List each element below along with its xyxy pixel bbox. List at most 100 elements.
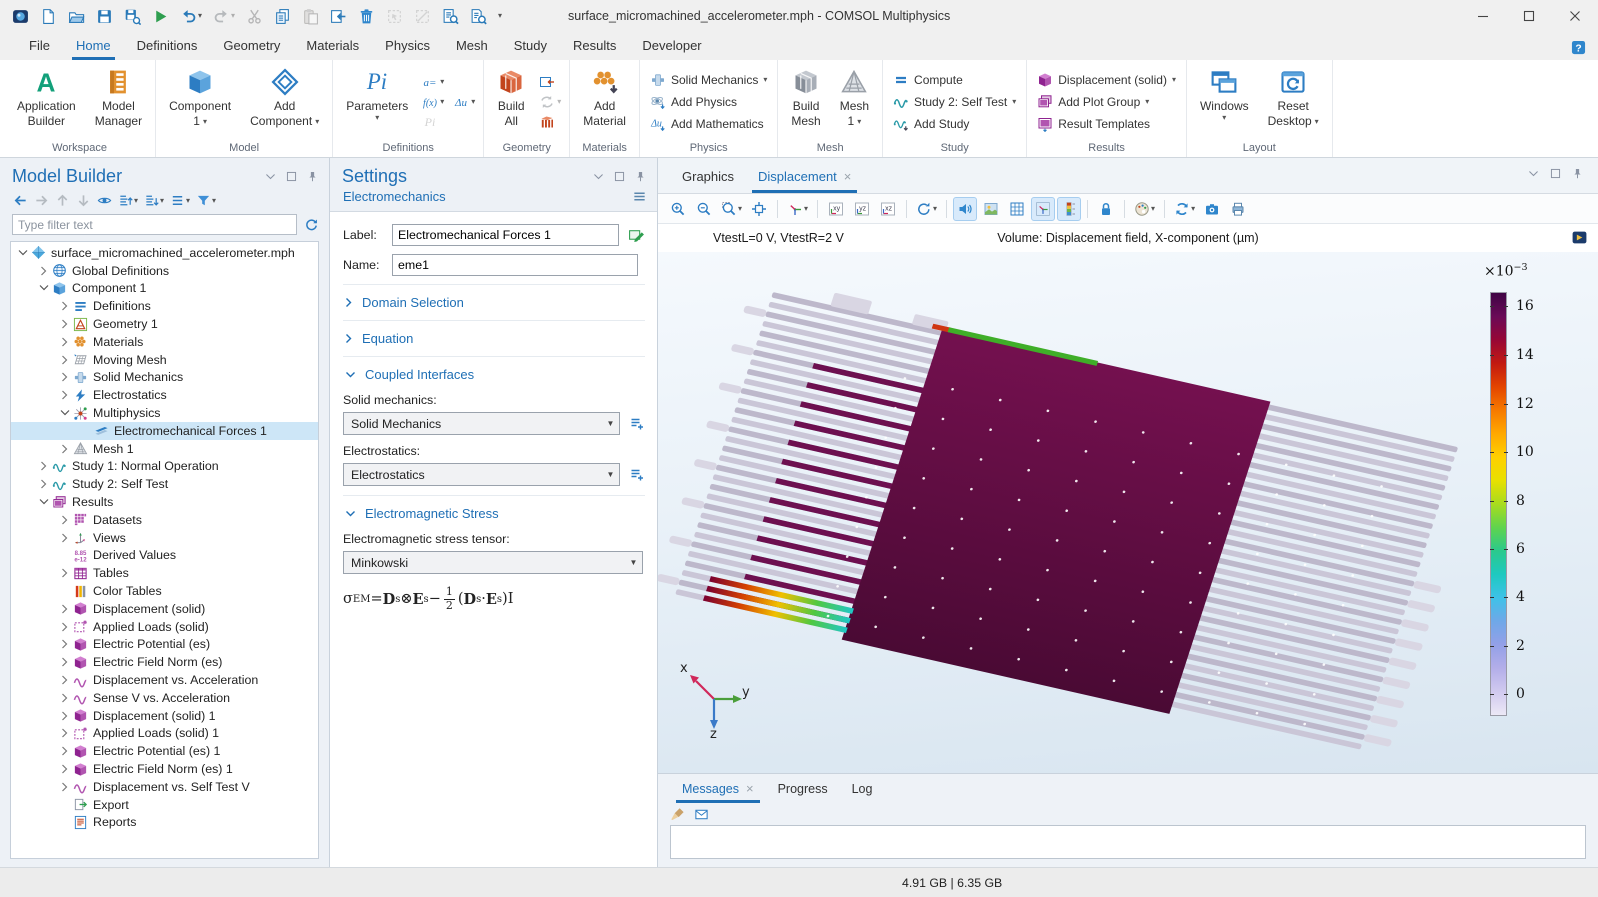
expand-icon[interactable] [59, 444, 71, 454]
expand-icon[interactable] [59, 782, 71, 792]
select-box-button[interactable] [384, 6, 405, 27]
menu-tab-physics[interactable]: Physics [372, 34, 443, 60]
geom-partition-button[interactable] [536, 112, 564, 132]
close-tab-icon[interactable]: × [746, 781, 754, 796]
show-eye-button[interactable] [96, 192, 113, 209]
print-button[interactable] [1226, 197, 1250, 221]
chev-sm-icon[interactable] [264, 170, 277, 183]
open-file-button[interactable] [66, 6, 87, 27]
tree-filter-input[interactable] [12, 214, 297, 235]
add-interface-icon[interactable] [629, 416, 645, 432]
grid-button[interactable] [1005, 197, 1029, 221]
expand-icon[interactable] [59, 355, 71, 365]
axis-orientation-button[interactable] [1031, 197, 1055, 221]
chev-sm-icon[interactable] [1527, 167, 1540, 180]
expand-icon[interactable] [59, 301, 71, 311]
expand-icon[interactable] [38, 266, 50, 276]
view-yz-button[interactable]: yz [850, 197, 874, 221]
chev-sm-icon[interactable] [592, 170, 605, 183]
tree-node[interactable]: Mesh 1 [11, 440, 318, 458]
tree-node[interactable]: Materials [11, 333, 318, 351]
fx-button[interactable]: f(x)▾ [419, 92, 447, 112]
zoom-box-button[interactable]: ▾ [718, 197, 745, 221]
delta-u-button[interactable]: Δu▾ [450, 92, 478, 112]
update-button[interactable]: ▾ [1171, 197, 1198, 221]
tree-node[interactable]: Views [11, 529, 318, 547]
component-cube-button[interactable]: Component1▾ [161, 63, 239, 129]
tree-node[interactable]: Electrostatics [11, 386, 318, 404]
collapse-icon[interactable] [17, 249, 29, 257]
zoom-out-button[interactable] [692, 197, 716, 221]
cut-button[interactable] [244, 6, 265, 27]
build-mesh-button[interactable]: BuildMesh [783, 63, 828, 129]
name-field[interactable] [392, 254, 638, 276]
tree-node[interactable]: Study 1: Normal Operation [11, 458, 318, 476]
find-button[interactable] [440, 6, 461, 27]
plot-cube-button[interactable]: Displacement (solid)▾ [1032, 69, 1181, 91]
menu-tab-materials[interactable]: Materials [293, 34, 372, 60]
tree-node[interactable]: Color Tables [11, 582, 318, 600]
tree-node[interactable]: Definitions [11, 297, 318, 315]
tree-node[interactable]: Applied Loads (solid) [11, 618, 318, 636]
expand-icon[interactable] [59, 372, 71, 382]
add-material-button[interactable]: AddMaterial [575, 63, 634, 129]
tree-node[interactable]: Geometry 1 [11, 315, 318, 333]
expand-icon[interactable] [59, 390, 71, 400]
collapse-icon[interactable] [38, 498, 50, 506]
tree-node[interactable]: Results [11, 493, 318, 511]
close-button[interactable] [1552, 0, 1598, 32]
compute-button[interactable]: Compute [888, 69, 1021, 91]
tree-node[interactable]: Study 2: Self Test [11, 475, 318, 493]
expand-icon[interactable] [38, 479, 50, 489]
expand-tree-button[interactable]: ▾ [117, 192, 139, 209]
study-wave-button[interactable]: Study 2: Self Test▾ [888, 91, 1021, 113]
parameters-button[interactable]: PiParameters▾ [338, 63, 416, 122]
expand-icon[interactable] [59, 515, 71, 525]
tree-node[interactable]: Sense V vs. Acceleration [11, 689, 318, 707]
section-electromagnetic-stress[interactable]: Electromagnetic Stress [343, 495, 645, 531]
menu-tab-study[interactable]: Study [501, 34, 560, 60]
section-equation[interactable]: Equation [343, 320, 645, 356]
build-all-button[interactable]: BuildAll [489, 63, 533, 129]
tree-options-button[interactable]: ▾ [169, 192, 191, 209]
refresh-icon[interactable] [304, 217, 319, 232]
rotate-button[interactable]: ▾ [913, 197, 940, 221]
expand-icon[interactable] [59, 604, 71, 614]
tree-node[interactable]: Multiphysics [11, 404, 318, 422]
tab-messages[interactable]: Messages× [670, 777, 766, 803]
scene-light-button[interactable] [953, 197, 977, 221]
tree-node[interactable]: Electric Field Norm (es) 1 [11, 760, 318, 778]
tree-node[interactable]: Electric Potential (es) [11, 636, 318, 654]
collapse-icon[interactable] [59, 409, 71, 417]
filter-button[interactable]: ▾ [195, 192, 217, 209]
collapse-tree-button[interactable]: ▾ [143, 192, 165, 209]
find-in-model-button[interactable] [468, 6, 489, 27]
menu-tab-developer[interactable]: Developer [629, 34, 714, 60]
expand-icon[interactable] [59, 711, 71, 721]
zoom-in-button[interactable] [666, 197, 690, 221]
label-field[interactable] [392, 224, 619, 246]
tree-node[interactable]: Electromechanical Forces 1 [11, 422, 318, 440]
color-legend-button[interactable] [1057, 197, 1081, 221]
tree-node[interactable]: Export [11, 796, 318, 814]
tab-graphics[interactable]: Graphics [670, 163, 746, 193]
add-physics-button[interactable]: Add Physics [645, 91, 772, 113]
tree-node[interactable]: Moving Mesh [11, 351, 318, 369]
copy-button[interactable] [272, 6, 293, 27]
tree-node[interactable]: surface_micromachined_accelerometer.mph [11, 244, 318, 262]
nav-forward-button[interactable] [33, 192, 50, 209]
expand-icon[interactable] [59, 728, 71, 738]
tree-node[interactable]: Tables [11, 564, 318, 582]
stress-tensor-select[interactable]: Minkowski ▼ [343, 551, 643, 574]
view-xy-button[interactable]: xy [824, 197, 848, 221]
customize-button[interactable]: ▾ [496, 10, 504, 22]
solid-mechanics-button[interactable]: Solid Mechanics▾ [645, 69, 772, 91]
add-plot-group-button[interactable]: Add Plot Group▾ [1032, 91, 1181, 113]
clear-button[interactable] [670, 807, 685, 822]
tab-progress[interactable]: Progress [766, 778, 840, 803]
tree-node[interactable]: Electric Field Norm (es) [11, 653, 318, 671]
plot-image-icon[interactable] [1571, 229, 1588, 246]
tab-log[interactable]: Log [840, 778, 885, 803]
menu-tab-file[interactable]: File [16, 34, 63, 60]
save-as-button[interactable] [122, 6, 143, 27]
